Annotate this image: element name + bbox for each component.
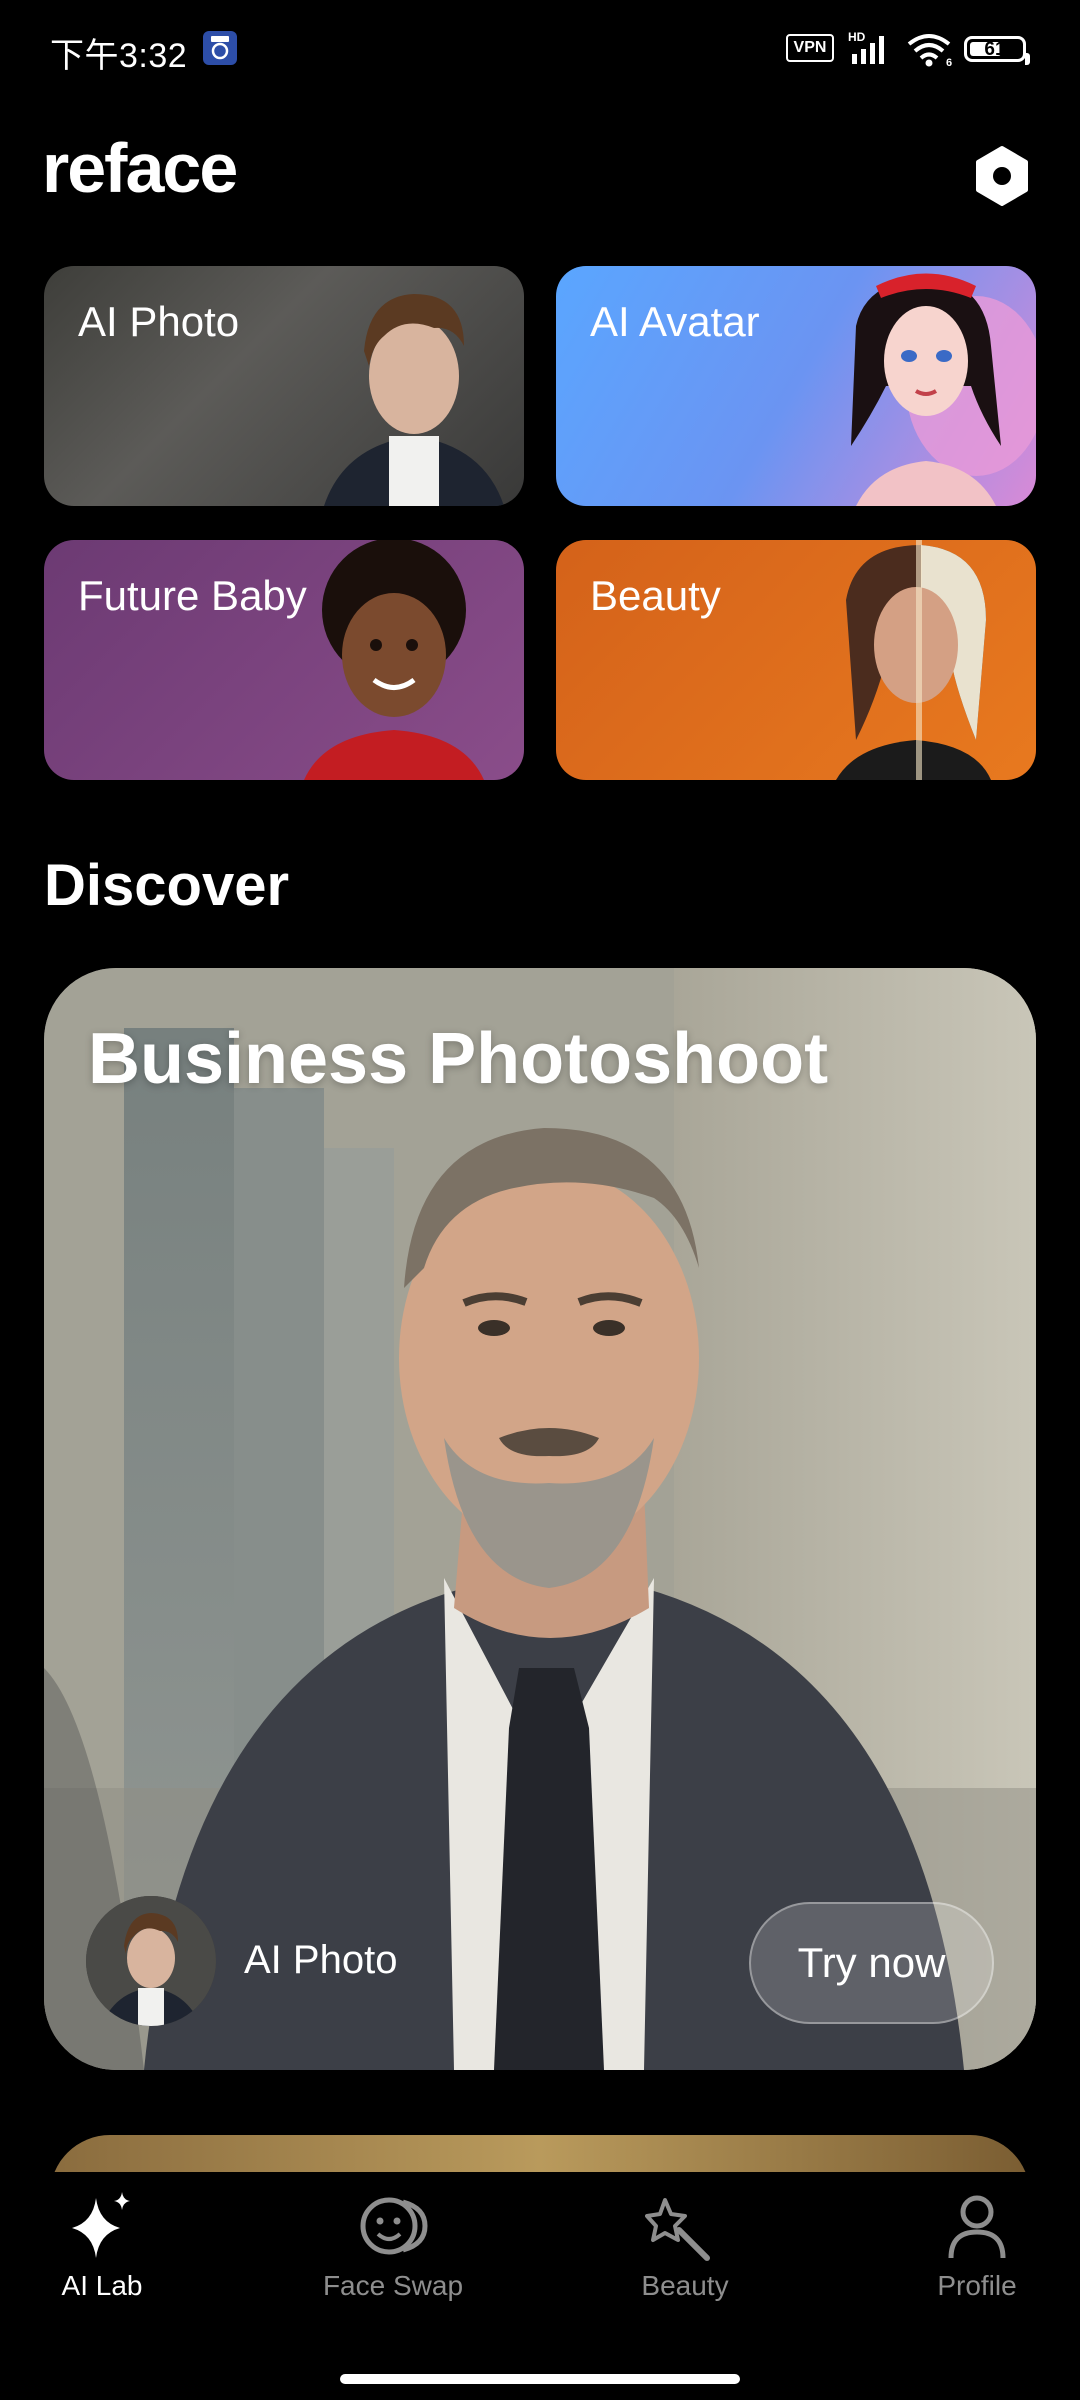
nav-tab-beauty[interactable]: Beauty (585, 2172, 785, 2322)
status-bar: 下午3:32 VPN HD 6 61 (0, 0, 1080, 100)
category-future-baby[interactable]: Future Baby (44, 540, 524, 780)
category-ai-avatar[interactable]: AI Avatar (556, 266, 1036, 506)
svg-text:6: 6 (946, 57, 952, 68)
app-logo: reface (42, 129, 238, 207)
settings-hexagon-icon (976, 146, 1028, 206)
home-indicator[interactable] (340, 2374, 740, 2384)
card-title: Business Photoshoot (88, 1019, 829, 1099)
sparkle-icon (72, 2192, 130, 2258)
battery-icon: 61 (964, 36, 1030, 65)
nav-label: Beauty (641, 2270, 729, 2301)
settings-button[interactable] (970, 144, 1034, 208)
notification-app-icon (203, 31, 237, 65)
beauty-portrait-image (836, 540, 991, 780)
person-icon (948, 2195, 1006, 2259)
face-swap-icon (360, 2197, 428, 2255)
nav-label: Face Swap (322, 2270, 464, 2301)
svg-text:HD: HD (848, 30, 866, 44)
category-label: AI Avatar (590, 298, 760, 345)
signal-icon: HD (848, 30, 894, 71)
category-beauty[interactable]: Beauty (556, 540, 1036, 780)
nav-tab-ai-lab[interactable]: AI Lab (2, 2172, 202, 2322)
ai-avatar-character-image (851, 273, 1036, 506)
category-label: Future Baby (78, 572, 307, 619)
nav-label: Profile (937, 2270, 1017, 2301)
vpn-badge: VPN (786, 34, 834, 62)
category-label: AI Photo (78, 298, 240, 345)
nav-tab-profile[interactable]: Profile (877, 2172, 1077, 2322)
try-now-button[interactable]: Try now (749, 1902, 994, 2024)
battery-level: 61 (984, 39, 1006, 60)
wifi-icon: 6 (906, 32, 956, 73)
discover-heading: Discover (44, 853, 290, 918)
source-avatar (86, 1896, 216, 2026)
nav-label: AI Lab (61, 2270, 143, 2301)
category-label: Beauty (590, 572, 721, 619)
magic-wand-icon (645, 2198, 710, 2261)
battery-nub (1025, 53, 1030, 65)
category-ai-photo[interactable]: AI Photo (44, 266, 524, 506)
ai-photo-portrait-image (324, 294, 504, 506)
nav-tab-face-swap[interactable]: Face Swap (293, 2172, 493, 2322)
card-source-label: AI Photo (244, 1938, 398, 1982)
bottom-navigation: AI Lab Face Swap Beauty Profile (0, 2172, 1080, 2400)
status-time: 下午3:32 (50, 37, 188, 75)
discover-card-business-photoshoot[interactable]: Business Photoshoot AI Photo Try now (44, 968, 1036, 2070)
